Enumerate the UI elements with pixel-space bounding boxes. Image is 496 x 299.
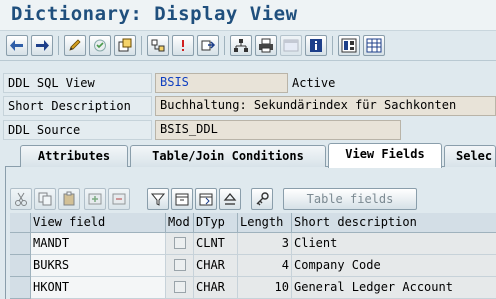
insert-row-icon[interactable] (84, 188, 106, 210)
column-header-dtyp[interactable]: DTyp (194, 213, 238, 233)
table-fields-button[interactable]: Table fields (283, 188, 417, 210)
grid-icon[interactable] (363, 35, 385, 56)
check-icon[interactable] (172, 35, 194, 56)
edit-icon[interactable] (64, 35, 86, 56)
filter-icon[interactable] (147, 188, 169, 210)
dtyp-cell: CLNT (194, 233, 238, 255)
ddl-source-label: DDL Source (3, 120, 152, 140)
deselect-all-icon[interactable] (195, 188, 217, 210)
column-header-short-description[interactable]: Short description (292, 213, 496, 233)
tab-selection-conditions[interactable]: Selec (444, 145, 496, 167)
length-cell: 4 (238, 255, 292, 277)
length-cell: 3 (238, 233, 292, 255)
paste-icon[interactable] (58, 188, 80, 210)
print-icon[interactable] (255, 35, 277, 56)
short-description-field[interactable]: Buchhaltung: Sekundärindex für Sachkonte… (155, 96, 496, 116)
row-selector[interactable] (10, 233, 31, 255)
view-field-cell[interactable]: MANDT (31, 233, 166, 255)
activate-icon[interactable] (89, 35, 111, 56)
dtyp-cell: CHAR (194, 277, 238, 299)
navigate-icon[interactable] (197, 35, 219, 56)
title-bar: Dictionary: Display View (0, 0, 496, 31)
view-fields-panel: Table fields View field Mod DTyp Length … (5, 167, 496, 299)
ddl-sql-view-label: DDL SQL View (3, 73, 152, 93)
layout-icon[interactable] (338, 35, 360, 56)
hierarchy-icon[interactable] (230, 35, 252, 56)
view-fields-table: View field Mod DTyp Length Short descrip… (10, 213, 496, 299)
mod-checkbox[interactable] (174, 237, 186, 249)
application-toolbar (0, 31, 496, 61)
view-field-cell[interactable]: BUKRS (31, 255, 166, 277)
other-object-icon[interactable] (114, 35, 136, 56)
row-selector[interactable] (10, 277, 31, 299)
select-all-icon[interactable] (171, 188, 193, 210)
tab-table-join-conditions[interactable]: Table/Join Conditions (130, 145, 326, 167)
status-text: Active (292, 76, 336, 90)
key-icon[interactable] (251, 188, 273, 210)
forward-icon[interactable] (31, 35, 53, 56)
back-icon[interactable] (6, 35, 28, 56)
tab-view-fields[interactable]: View Fields (328, 143, 442, 168)
short-description-cell: Company Code (292, 255, 496, 277)
mod-cell (166, 233, 194, 255)
view-field-cell[interactable]: HKONT (31, 277, 166, 299)
ddl-source-field[interactable]: BSIS_DDL (155, 120, 401, 140)
short-description-label: Short Description (3, 96, 152, 116)
row-selector[interactable] (10, 255, 31, 277)
tab-attributes[interactable]: Attributes (20, 145, 128, 167)
window-icon[interactable] (280, 35, 302, 56)
mod-cell (166, 277, 194, 299)
sort-icon[interactable] (219, 188, 241, 210)
length-cell: 10 (238, 277, 292, 299)
short-description-cell: General Ledger Account (292, 277, 496, 299)
cut-icon[interactable] (10, 188, 32, 210)
column-header-length[interactable]: Length (238, 213, 292, 233)
copy-icon[interactable] (34, 188, 56, 210)
mod-checkbox[interactable] (174, 281, 186, 293)
mod-cell (166, 255, 194, 277)
dtyp-cell: CHAR (194, 255, 238, 277)
mod-checkbox[interactable] (174, 259, 186, 271)
short-description-cell: Client (292, 233, 496, 255)
delete-row-icon[interactable] (108, 188, 130, 210)
window-title: Dictionary: Display View (11, 3, 298, 25)
column-header-mod[interactable]: Mod (166, 213, 194, 233)
column-header-view-field[interactable]: View field (31, 213, 166, 233)
info-icon[interactable] (305, 35, 327, 56)
where-used-icon[interactable] (147, 35, 169, 56)
tab-strip: Attributes Table/Join Conditions View Fi… (5, 143, 496, 168)
ddl-sql-view-field[interactable]: BSIS (155, 73, 288, 93)
select-all-cell[interactable] (10, 213, 31, 233)
